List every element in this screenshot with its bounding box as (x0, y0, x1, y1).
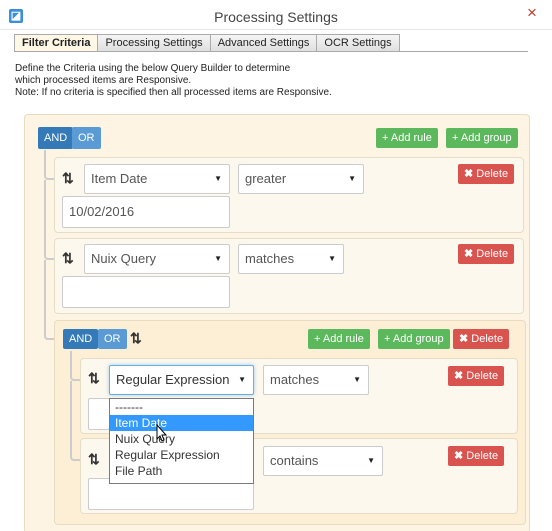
sort-icon[interactable]: ⇅ (62, 250, 74, 267)
caret-down-icon: ▼ (348, 174, 356, 183)
dropdown-option[interactable]: Regular Expression (110, 447, 253, 463)
delete-label: Delete (466, 370, 499, 382)
description: Define the Criteria using the below Quer… (15, 63, 525, 99)
operator-select-value: contains (270, 453, 319, 468)
subgroup-delete-button[interactable]: ✖ Delete (453, 329, 510, 349)
delete-label: Delete (471, 333, 504, 345)
value-input[interactable] (62, 276, 230, 308)
times-icon: ✖ (459, 333, 469, 345)
mouse-cursor-icon (156, 424, 168, 442)
delete-rule-button[interactable]: ✖ Delete (448, 446, 505, 466)
times-icon: ✖ (464, 168, 474, 180)
tab-filter-criteria[interactable]: Filter Criteria (14, 34, 99, 52)
tab-divider (14, 51, 528, 52)
dropdown-option[interactable]: ------- (110, 399, 253, 415)
times-icon: ✖ (464, 248, 474, 260)
field-select-value: Regular Expression (116, 372, 230, 387)
sort-icon[interactable]: ⇅ (130, 330, 142, 347)
caret-down-icon: ▼ (214, 174, 222, 183)
tab-ocr-settings[interactable]: OCR Settings (317, 34, 400, 52)
operator-select[interactable]: greater ▼ (238, 164, 364, 194)
operator-select[interactable]: matches ▼ (238, 244, 344, 274)
delete-label: Delete (466, 450, 499, 462)
operator-select-value: greater (245, 171, 287, 186)
times-icon: ✖ (454, 450, 464, 462)
subgroup-add-group-button[interactable]: + Add group (378, 329, 450, 349)
caret-down-icon: ▼ (214, 254, 222, 263)
window-title: Processing Settings (214, 9, 338, 25)
tab-advanced-settings[interactable]: Advanced Settings (210, 34, 318, 52)
and-button[interactable]: AND (38, 127, 74, 149)
field-select-value: Item Date (91, 171, 148, 186)
delete-label: Delete (476, 248, 509, 260)
field-dropdown-list: ------- Item Date Nuix Query Regular Exp… (109, 398, 254, 484)
add-rule-label: + Add rule (382, 132, 432, 144)
add-group-button[interactable]: + Add group (446, 128, 518, 148)
operator-select[interactable]: contains ▼ (263, 446, 383, 476)
tab-processing-settings[interactable]: Processing Settings (98, 34, 211, 52)
caret-down-icon: ▼ (353, 375, 361, 384)
add-rule-button[interactable]: + Add rule (376, 128, 438, 148)
operator-select-value: matches (245, 251, 295, 266)
or-button[interactable]: OR (72, 127, 101, 149)
field-select[interactable]: Regular Expression ▼ (109, 365, 254, 395)
sort-icon[interactable]: ⇅ (88, 370, 100, 387)
delete-label: Delete (476, 168, 509, 180)
close-button[interactable]: × (524, 3, 540, 22)
add-rule-label: + Add rule (314, 333, 364, 345)
subgroup-and-button[interactable]: AND (63, 329, 99, 349)
sort-icon[interactable]: ⇅ (88, 451, 100, 468)
field-select[interactable]: Item Date ▼ (84, 164, 230, 194)
operator-select[interactable]: matches ▼ (263, 365, 369, 395)
add-group-label: + Add group (384, 333, 444, 345)
delete-rule-button[interactable]: ✖ Delete (458, 164, 515, 184)
title-bar: ◪ Processing Settings × (0, 0, 552, 30)
subgroup-or-button[interactable]: OR (98, 329, 127, 349)
caret-down-icon: ▼ (367, 456, 375, 465)
value-input[interactable] (88, 398, 110, 430)
caret-down-icon: ▼ (328, 254, 336, 263)
description-note: Note: If no criteria is specified then a… (15, 87, 332, 98)
delete-rule-button[interactable]: ✖ Delete (448, 366, 505, 386)
sort-icon[interactable]: ⇅ (62, 170, 74, 187)
caret-down-icon: ▼ (238, 375, 246, 384)
value-input[interactable]: 10/02/2016 (62, 196, 230, 228)
dropdown-option[interactable]: Nuix Query (110, 431, 253, 447)
add-group-label: + Add group (452, 132, 512, 144)
close-icon: × (527, 3, 537, 22)
dropdown-option-selected[interactable]: Item Date (110, 415, 253, 431)
operator-select-value: matches (270, 372, 320, 387)
subgroup-add-rule-button[interactable]: + Add rule (308, 329, 370, 349)
tab-bar: Filter Criteria Processing Settings Adva… (14, 34, 400, 52)
description-line: Define the Criteria using the below Quer… (15, 63, 291, 74)
field-select-value: Nuix Query (91, 251, 157, 266)
times-icon: ✖ (454, 370, 464, 382)
field-select[interactable]: Nuix Query ▼ (84, 244, 230, 274)
dropdown-option[interactable]: File Path (110, 463, 253, 479)
delete-rule-button[interactable]: ✖ Delete (458, 244, 515, 264)
description-line: which processed items are Responsive. (15, 75, 192, 86)
